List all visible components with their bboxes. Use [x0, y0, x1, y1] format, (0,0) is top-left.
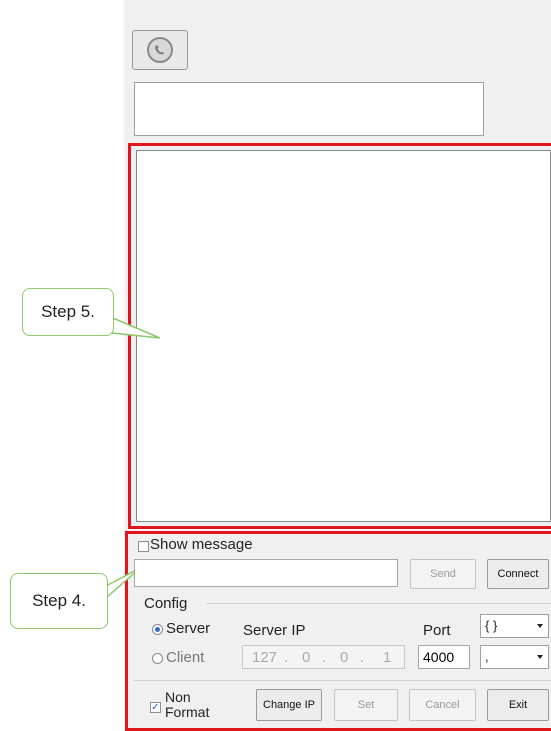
bracket-combo-value: { } [485, 618, 498, 633]
server-ip-label: Server IP [243, 622, 306, 639]
config-group-line [206, 603, 551, 604]
step4-callout: Step 4. [10, 573, 108, 629]
step5-callout: Step 5. [22, 288, 114, 336]
ip-octet-3: 0 [340, 649, 349, 666]
client-radio[interactable] [152, 653, 163, 664]
port-label: Port [423, 622, 451, 639]
format-label: Format [165, 704, 210, 720]
ip-octet-2: 0 [302, 649, 311, 666]
send-button[interactable]: Send [410, 559, 476, 589]
connect-button[interactable]: Connect [487, 559, 549, 589]
exit-button[interactable]: Exit [487, 689, 549, 721]
separator-combo[interactable]: , [480, 645, 549, 669]
server-radio-label: Server [166, 620, 211, 637]
show-message-label: Show message [150, 536, 253, 553]
port-input[interactable]: 4000 [418, 645, 470, 669]
non-label: Non [165, 689, 191, 705]
ip-dot: . [360, 649, 365, 666]
ip-dot: . [284, 649, 289, 666]
chevron-down-icon [537, 624, 543, 628]
bottom-divider [134, 680, 551, 681]
cancel-button[interactable]: Cancel [409, 689, 476, 721]
non-format-label: Non Format [165, 690, 209, 720]
chevron-down-icon [537, 655, 543, 659]
message-input[interactable] [134, 559, 398, 587]
server-radio[interactable] [152, 624, 163, 635]
step4-callout-text: Step 4. [32, 591, 86, 610]
set-button[interactable]: Set [334, 689, 398, 721]
ip-octet-1: 127 [252, 649, 278, 666]
client-radio-label: Client [166, 649, 205, 666]
ip-dot: . [322, 649, 327, 666]
config-group-label: Config [144, 595, 188, 612]
ip-octet-4: 1 [383, 649, 392, 666]
separator-combo-value: , [485, 649, 489, 664]
step5-callout-text: Step 5. [41, 302, 95, 321]
server-ip-field[interactable]: 127 . 0 . 0 . 1 [242, 645, 405, 669]
show-message-checkbox[interactable] [138, 541, 149, 552]
change-ip-button[interactable]: Change IP [256, 689, 322, 721]
non-format-checkbox[interactable]: ✓ [150, 702, 161, 713]
port-value: 4000 [423, 649, 455, 665]
bracket-combo[interactable]: { } [480, 614, 549, 638]
